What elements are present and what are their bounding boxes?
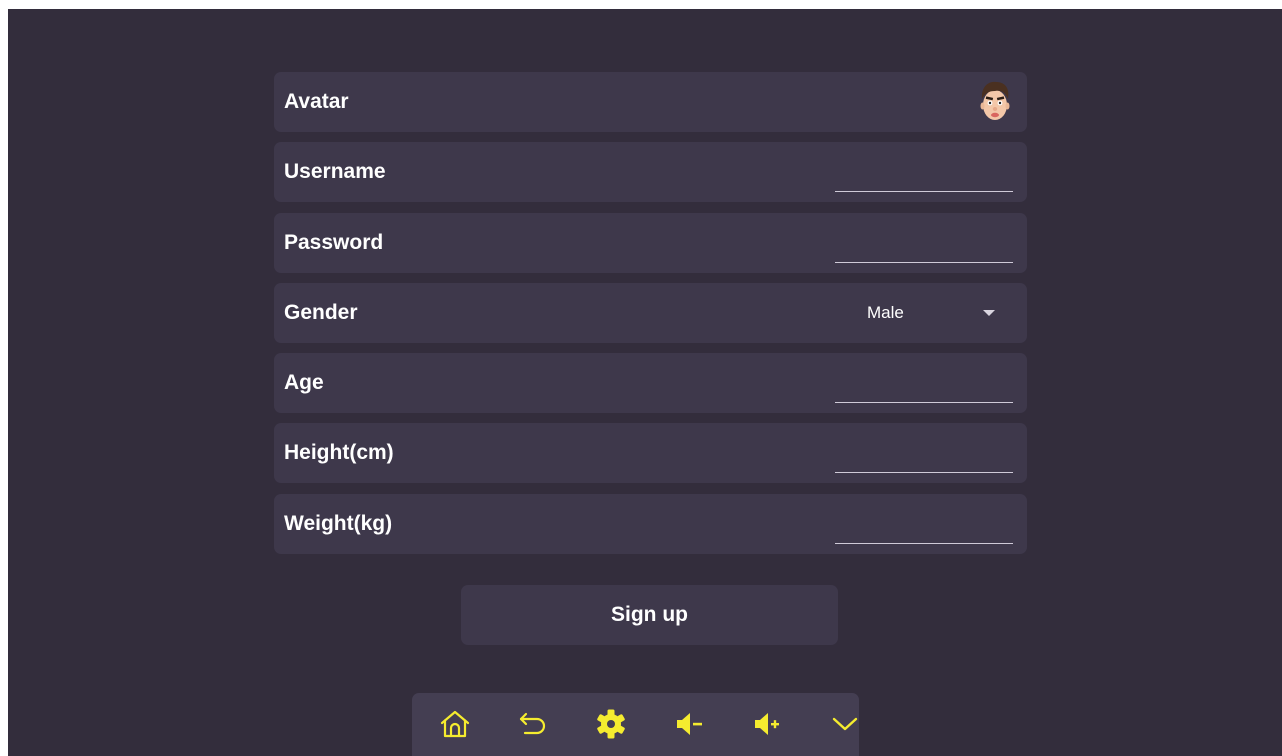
volume-up-button[interactable] [750, 707, 784, 741]
password-label: Password [284, 230, 384, 254]
app-screen: Avatar Username Password Gender Male Age… [8, 9, 1282, 756]
home-button[interactable] [438, 707, 472, 741]
avatar-label: Avatar [284, 90, 349, 113]
settings-button[interactable] [594, 707, 628, 741]
volume-down-icon [677, 713, 702, 735]
volume-down-button[interactable] [672, 707, 706, 741]
username-input[interactable] [835, 156, 1013, 193]
home-icon [440, 710, 470, 738]
age-input[interactable] [835, 367, 1013, 404]
gender-dropdown[interactable]: Male [853, 283, 1003, 343]
age-row: Age [274, 353, 1027, 414]
volume-up-icon [755, 713, 779, 735]
height-input[interactable] [835, 437, 1013, 474]
signup-button[interactable]: Sign up [461, 585, 838, 645]
collapse-button[interactable] [828, 707, 862, 741]
avatar-row[interactable]: Avatar [274, 72, 1027, 132]
gender-selected-value: Male [867, 302, 904, 322]
height-row: Height(cm) [274, 423, 1027, 484]
age-label: Age [284, 371, 324, 395]
password-row: Password [274, 212, 1027, 273]
back-button[interactable] [516, 707, 550, 741]
username-row: Username [274, 142, 1027, 203]
height-label: Height(cm) [284, 441, 394, 465]
weight-label: Weight(kg) [284, 511, 393, 535]
gender-label: Gender [284, 300, 358, 324]
chevron-down-icon [832, 717, 858, 731]
gear-icon [597, 709, 625, 739]
signup-form: Avatar Username Password Gender Male Age… [274, 72, 1027, 564]
weight-input[interactable] [835, 507, 1013, 544]
weight-row: Weight(kg) [274, 493, 1027, 554]
username-label: Username [284, 160, 386, 184]
bottom-nav-bar [412, 693, 859, 756]
password-input[interactable] [835, 226, 1013, 263]
dropdown-arrow-icon [983, 309, 995, 316]
gender-row: Gender Male [274, 282, 1027, 343]
avatar[interactable] [977, 78, 1013, 126]
back-icon [519, 712, 546, 735]
